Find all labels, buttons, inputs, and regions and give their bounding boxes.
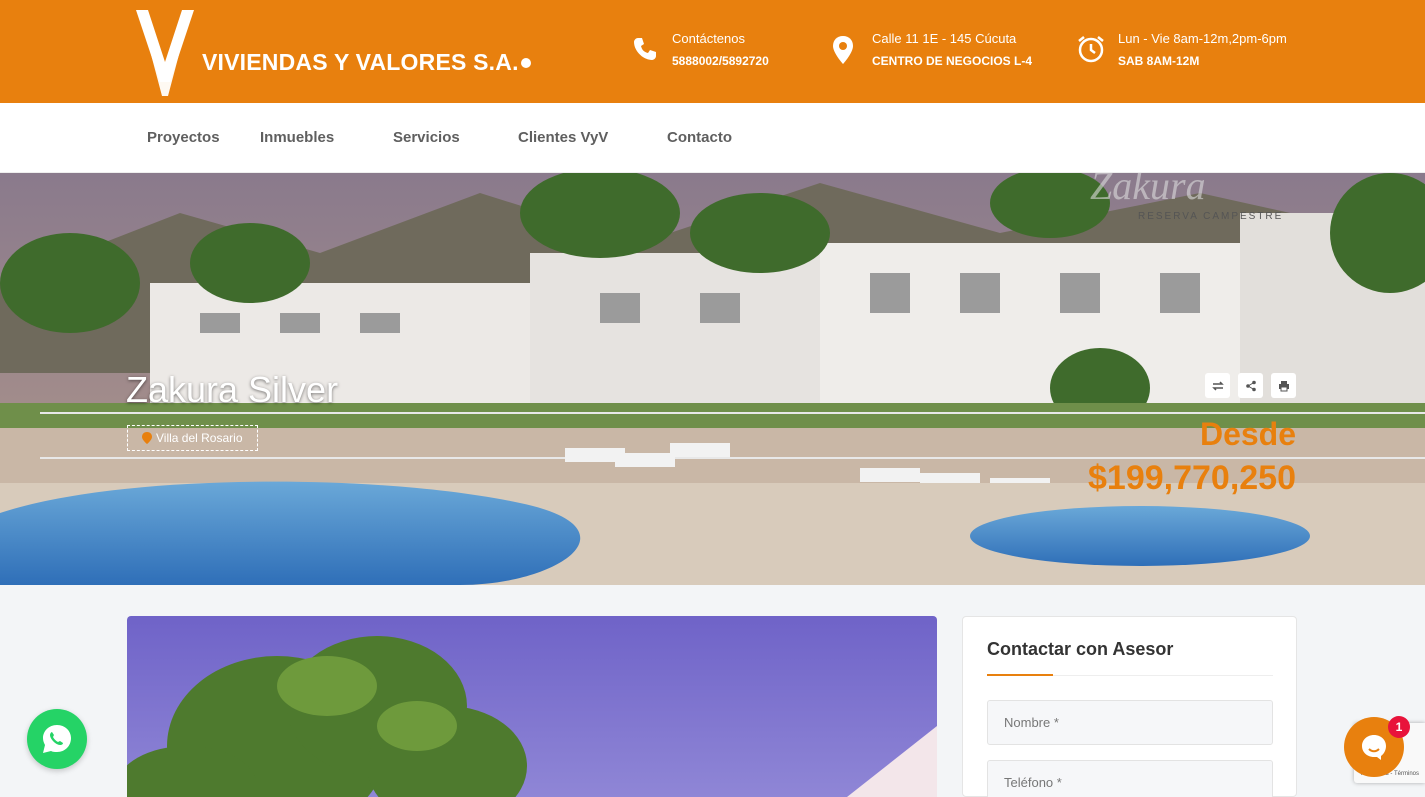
- nav-item-contacto[interactable]: Contacto: [667, 129, 732, 146]
- contact-info: Contáctenos 5888002/5892720: [630, 30, 769, 74]
- main-nav: Proyectos Inmuebles Servicios Clientes V…: [0, 103, 1425, 173]
- hours-info: Lun - Vie 8am-12m,2pm-6pm SAB 8AM-12M: [1076, 30, 1287, 74]
- nav-item-clientes[interactable]: Clientes VyV: [518, 129, 608, 146]
- hours-saturday: SAB 8AM-12M: [1118, 54, 1200, 68]
- listing-tools: [1197, 373, 1296, 398]
- nav-item-inmuebles[interactable]: Inmuebles: [260, 129, 334, 146]
- price-value: $199,770,250: [1088, 459, 1296, 497]
- print-button[interactable]: [1271, 373, 1296, 398]
- form-title-divider: [987, 674, 1273, 676]
- whatsapp-button[interactable]: [27, 709, 87, 769]
- hours-weekday: Lun - Vie 8am-12m,2pm-6pm: [1118, 31, 1287, 46]
- alarm-clock-icon: [1078, 36, 1104, 63]
- share-button[interactable]: [1238, 373, 1263, 398]
- hero-banner: Zakura RESERVA CAMPESTRE Zakura Silver V…: [0, 173, 1425, 585]
- form-title: Contactar con Asesor: [987, 639, 1174, 659]
- contact-agent-form: Contactar con Asesor: [962, 616, 1297, 797]
- address-line: Calle 11 1E - 145 Cúcuta: [872, 31, 1017, 46]
- price-label: Desde: [1199, 416, 1296, 452]
- phone-field[interactable]: [987, 760, 1273, 797]
- project-title: Zakura Silver: [126, 369, 339, 410]
- phone-icon: [634, 38, 656, 60]
- zakura-watermark: Zakura: [1090, 173, 1206, 208]
- vyv-logo-icon: [136, 10, 194, 96]
- location-pin-icon: [142, 432, 152, 444]
- nav-item-servicios[interactable]: Servicios: [393, 129, 460, 146]
- share-icon: [1245, 380, 1256, 391]
- location-pin-icon: [833, 36, 853, 64]
- property-photo: [127, 616, 937, 797]
- chat-notification-badge: 1: [1388, 716, 1410, 738]
- contact-phones[interactable]: 5888002/5892720: [672, 48, 769, 74]
- location-text: Villa del Rosario: [156, 431, 243, 445]
- whatsapp-icon: [43, 725, 71, 753]
- brand-name: VIVIENDAS Y VALORES S.A.: [202, 49, 531, 76]
- property-gallery[interactable]: [127, 616, 937, 797]
- brand-logo[interactable]: VIVIENDAS Y VALORES S.A.: [134, 10, 531, 96]
- print-icon: [1278, 380, 1289, 391]
- nav-item-proyectos[interactable]: Proyectos: [147, 129, 220, 146]
- contact-label: Contáctenos: [672, 31, 745, 46]
- reserva-watermark: RESERVA CAMPESTRE: [1138, 211, 1283, 222]
- registered-mark-icon: [520, 58, 531, 69]
- compare-icon: [1211, 380, 1224, 391]
- address-detail: CENTRO DE NEGOCIOS L-4: [872, 54, 1033, 68]
- project-location[interactable]: Villa del Rosario: [127, 425, 258, 451]
- compare-button[interactable]: [1205, 373, 1230, 398]
- top-header: VIVIENDAS Y VALORES S.A. Contáctenos 588…: [0, 0, 1425, 103]
- name-field[interactable]: [987, 700, 1273, 745]
- address-info: Calle 11 1E - 145 Cúcuta CENTRO DE NEGOC…: [830, 30, 1032, 74]
- chat-bubble-icon: [1362, 735, 1386, 760]
